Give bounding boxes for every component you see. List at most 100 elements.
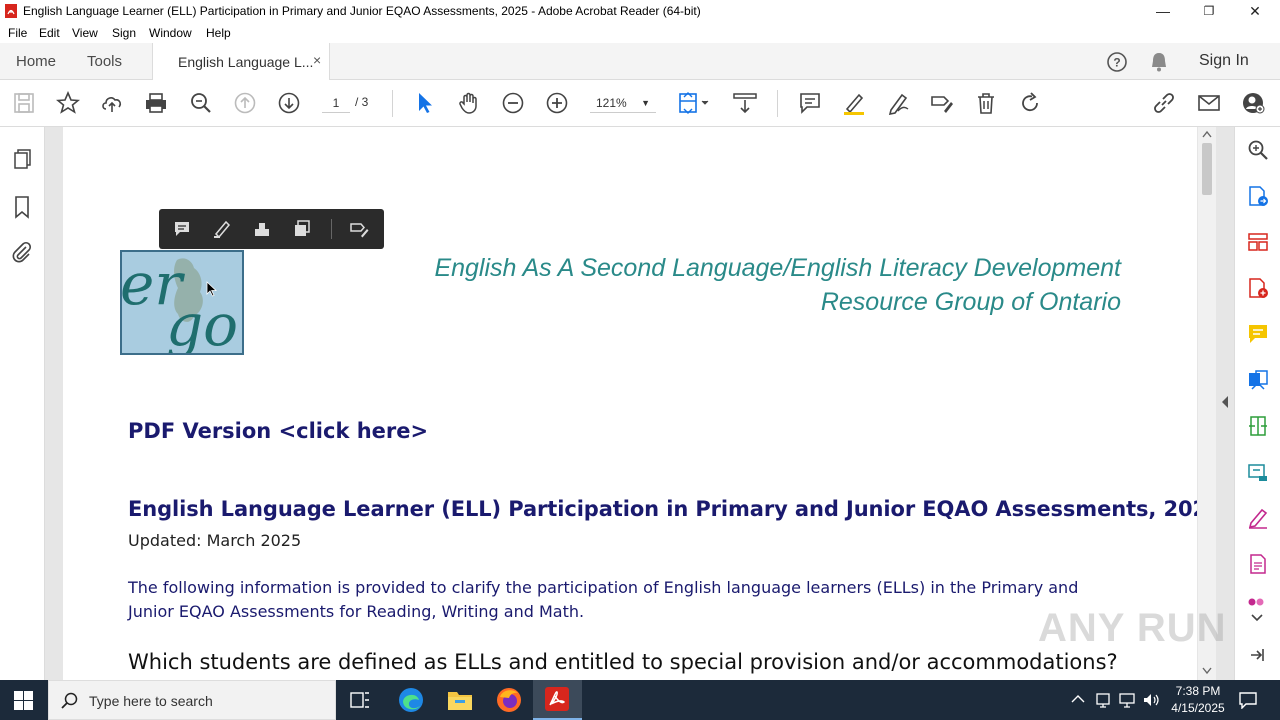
- toolbar-divider: [331, 219, 332, 239]
- attachments-paperclip-icon[interactable]: [11, 241, 33, 263]
- add-comment-icon[interactable]: [172, 219, 192, 239]
- select-cursor-icon[interactable]: [413, 91, 437, 115]
- windows-taskbar: Type here to search 7:38 PM 4/15/2025: [0, 680, 1280, 720]
- close-tab-icon[interactable]: ×: [313, 52, 321, 68]
- scroll-mode-icon[interactable]: [733, 91, 757, 115]
- zoom-level-dropdown[interactable]: 121% ▼: [590, 93, 656, 113]
- toolbar-divider: [392, 90, 393, 117]
- create-pdf-icon[interactable]: [1247, 277, 1269, 299]
- edit-text-icon[interactable]: [349, 219, 369, 239]
- draw-pencil-icon[interactable]: [886, 91, 910, 115]
- fit-page-icon[interactable]: [678, 91, 712, 115]
- tab-home[interactable]: Home: [16, 53, 56, 70]
- bookmark-star-icon[interactable]: [56, 91, 80, 115]
- stamp-icon[interactable]: [252, 219, 272, 239]
- share-link-icon[interactable]: [1152, 91, 1176, 115]
- scroll-down-icon[interactable]: [1202, 667, 1212, 675]
- zoom-search-icon[interactable]: [189, 91, 213, 115]
- comment-icon[interactable]: [798, 91, 822, 115]
- updated-date: Updated: March 2025: [128, 531, 302, 550]
- system-clock[interactable]: 7:38 PM 4/15/2025: [1168, 683, 1228, 717]
- vertical-scrollbar[interactable]: [1198, 127, 1216, 680]
- menu-edit[interactable]: Edit: [39, 26, 60, 40]
- quick-actions-toolbar: [159, 209, 384, 249]
- pdf-version-link[interactable]: PDF Version <click here>: [128, 419, 428, 443]
- menu-bar: File Edit View Sign Window Help: [0, 23, 1280, 43]
- search-zoom-icon[interactable]: [1247, 139, 1269, 161]
- taskbar-search-box[interactable]: Type here to search: [48, 680, 336, 720]
- next-page-icon[interactable]: [277, 91, 301, 115]
- combine-files-icon[interactable]: [1247, 369, 1269, 391]
- windows-start-icon[interactable]: [14, 691, 33, 710]
- page-thumbnails-icon[interactable]: [12, 148, 34, 170]
- svg-text:?: ?: [1113, 56, 1120, 70]
- menu-view[interactable]: View: [72, 26, 98, 40]
- tab-document[interactable]: English Language L... ×: [152, 43, 330, 80]
- compress-pdf-icon[interactable]: [1247, 415, 1269, 437]
- menu-file[interactable]: File: [8, 26, 27, 40]
- minimize-button[interactable]: —: [1140, 0, 1186, 23]
- chevron-down-icon[interactable]: [1251, 614, 1263, 622]
- action-center-icon[interactable]: [1238, 691, 1258, 709]
- print-icon[interactable]: [144, 91, 168, 115]
- menu-sign[interactable]: Sign: [112, 26, 136, 40]
- collapse-right-panel-icon[interactable]: [1249, 647, 1265, 663]
- save-icon[interactable]: [12, 91, 36, 115]
- add-user-icon[interactable]: [1241, 91, 1265, 115]
- upload-cloud-icon[interactable]: [100, 91, 124, 115]
- scroll-up-icon[interactable]: [1202, 130, 1212, 138]
- highlight-icon[interactable]: [212, 219, 232, 239]
- window-title: English Language Learner (ELL) Participa…: [23, 4, 701, 18]
- hand-tool-icon[interactable]: [457, 91, 481, 115]
- chevron-up-icon[interactable]: [1071, 694, 1085, 704]
- notifications-bell-icon[interactable]: [1149, 51, 1169, 73]
- document-viewport[interactable]: er go English As A Second Language/Engli…: [45, 127, 1234, 680]
- tab-tools[interactable]: Tools: [87, 53, 122, 70]
- anyrun-watermark: ANY RUN: [1038, 606, 1227, 650]
- help-icon[interactable]: ?: [1106, 51, 1128, 73]
- page-number-input[interactable]: 1: [322, 93, 350, 113]
- email-envelope-icon[interactable]: [1197, 91, 1221, 115]
- previous-page-icon[interactable]: [233, 91, 257, 115]
- scrollbar-thumb[interactable]: [1202, 143, 1212, 195]
- file-explorer-icon[interactable]: [447, 688, 473, 712]
- copy-icon[interactable]: [292, 219, 312, 239]
- clock-date: 4/15/2025: [1171, 701, 1225, 715]
- wifi-network-icon[interactable]: [1118, 692, 1136, 708]
- zoom-out-icon[interactable]: [501, 91, 525, 115]
- delete-trash-icon[interactable]: [974, 91, 998, 115]
- chevron-down-icon: ▼: [641, 98, 650, 108]
- menu-help[interactable]: Help: [206, 26, 231, 40]
- protect-document-icon[interactable]: [1247, 553, 1269, 575]
- comment-tool-icon[interactable]: [1247, 323, 1269, 345]
- title-bar: English Language Learner (ELL) Participa…: [0, 0, 1280, 23]
- volume-speaker-icon[interactable]: [1142, 692, 1160, 708]
- network-device-icon[interactable]: [1095, 692, 1111, 708]
- send-for-review-icon[interactable]: [1247, 461, 1269, 483]
- export-pdf-icon[interactable]: [1247, 185, 1269, 207]
- close-window-button[interactable]: ✕: [1232, 0, 1278, 23]
- expand-right-panel-icon[interactable]: [1220, 395, 1230, 409]
- more-tools-icon[interactable]: [1248, 597, 1266, 607]
- firefox-icon[interactable]: [496, 687, 522, 713]
- edge-browser-icon[interactable]: [398, 687, 424, 713]
- menu-window[interactable]: Window: [149, 26, 192, 40]
- sign-in-link[interactable]: Sign In: [1199, 52, 1249, 70]
- rotate-icon[interactable]: [1018, 91, 1042, 115]
- organization-name-line2: Resource Group of Ontario: [820, 288, 1121, 316]
- acrobat-app-icon: [5, 4, 17, 18]
- edit-text-icon[interactable]: [930, 91, 954, 115]
- page-total: / 3: [355, 95, 369, 109]
- logo-text-go: go: [166, 291, 238, 353]
- taskbar-acrobat-active[interactable]: [533, 680, 582, 720]
- organize-pages-icon[interactable]: [1247, 231, 1269, 253]
- bookmarks-icon[interactable]: [12, 195, 32, 219]
- ergo-logo-graphic: er go: [122, 252, 242, 353]
- maximize-button[interactable]: ❐: [1186, 0, 1232, 23]
- mouse-cursor-icon: [206, 281, 218, 297]
- task-view-icon[interactable]: [350, 691, 370, 709]
- section-question-heading: Which students are defined as ELLs and e…: [128, 650, 1118, 674]
- highlight-pen-icon[interactable]: [842, 91, 866, 115]
- fill-and-sign-icon[interactable]: [1247, 507, 1269, 529]
- zoom-in-icon[interactable]: [545, 91, 569, 115]
